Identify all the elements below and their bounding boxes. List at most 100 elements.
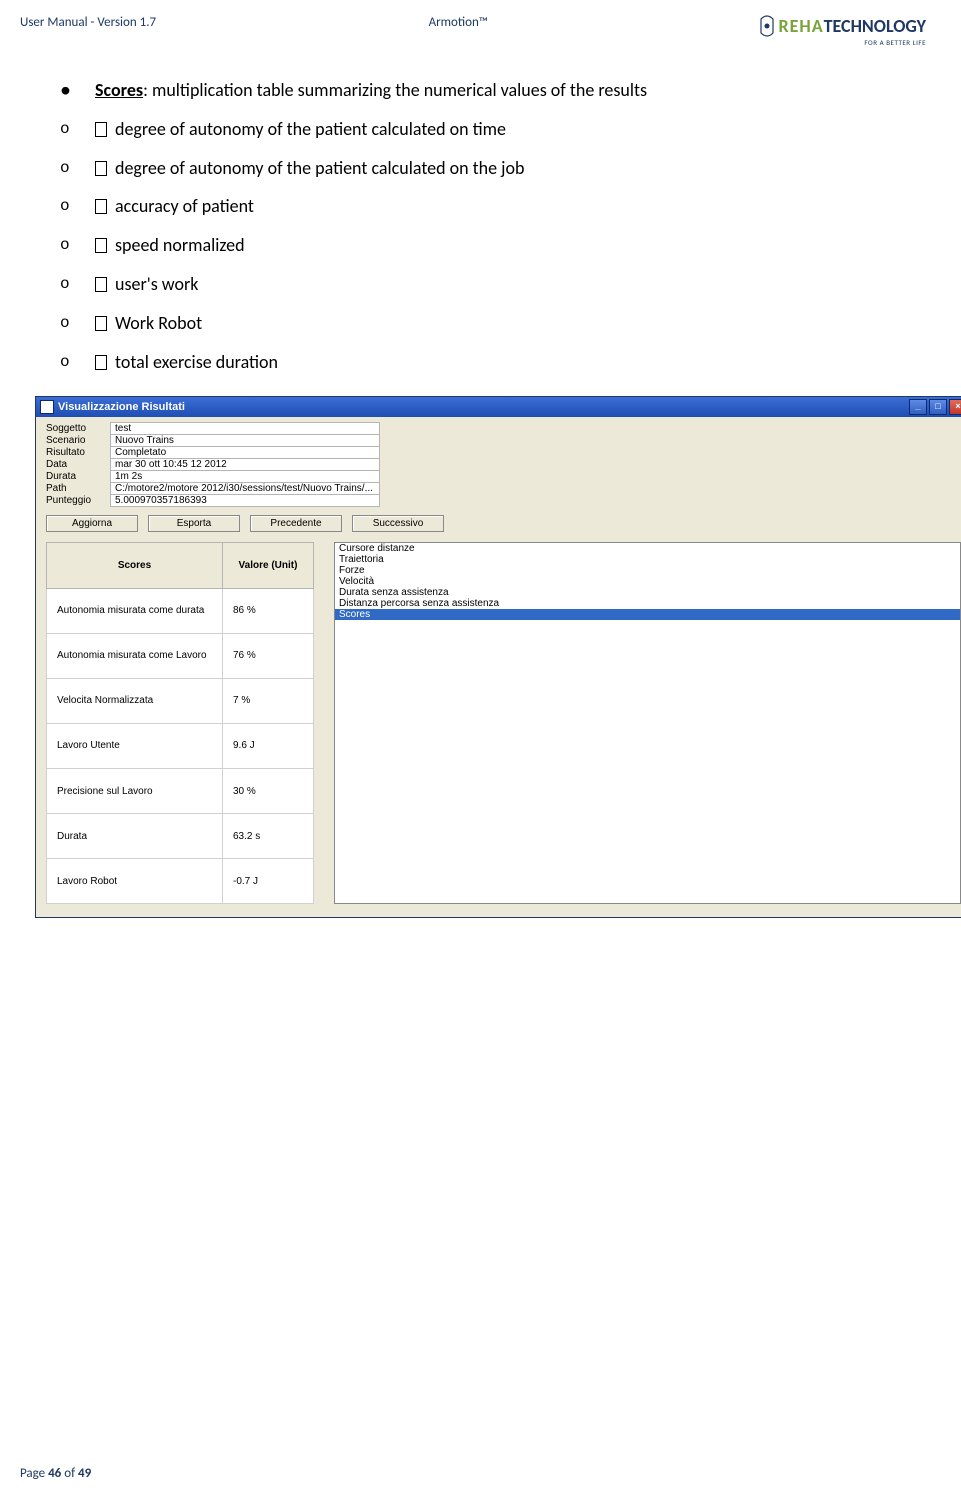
score-value: 30 % bbox=[223, 769, 314, 814]
bullet-sub-1: degree of autonomy of the patient calcul… bbox=[60, 154, 906, 183]
info-label: Scenario bbox=[46, 435, 111, 447]
footer-current-page: 46 bbox=[48, 1466, 61, 1481]
bullet-sub-text: total exercise duration bbox=[115, 351, 278, 373]
info-row: Datamar 30 ott 10:45 12 2012 bbox=[46, 459, 380, 471]
score-name: Velocita Normalizzata bbox=[47, 678, 223, 723]
info-label: Punteggio bbox=[46, 495, 111, 507]
table-row: Autonomia misurata come durata86 % bbox=[47, 588, 314, 633]
score-value: 7 % bbox=[223, 678, 314, 723]
bullet-sub-3: speed normalized bbox=[60, 231, 906, 260]
info-value[interactable]: 1m 2s bbox=[111, 471, 380, 483]
score-value: 86 % bbox=[223, 588, 314, 633]
bullet-sub-text: accuracy of patient bbox=[115, 195, 254, 217]
bullet-main-term: Scores bbox=[95, 79, 143, 101]
button-row: Aggiorna Esporta Precedente Successivo bbox=[46, 515, 961, 532]
maximize-button[interactable]: □ bbox=[929, 399, 947, 415]
info-value[interactable]: test bbox=[111, 423, 380, 435]
info-grid: Soggettotest ScenarioNuovo Trains Risult… bbox=[46, 422, 961, 507]
score-name: Autonomia misurata come durata bbox=[47, 588, 223, 633]
list-item[interactable]: Velocità bbox=[335, 576, 960, 587]
list-item[interactable]: Forze bbox=[335, 565, 960, 576]
info-value[interactable]: 5.000970357186393 bbox=[111, 495, 380, 507]
score-value: -0.7 J bbox=[223, 859, 314, 904]
logo-mark-icon bbox=[760, 15, 774, 37]
score-value: 63.2 s bbox=[223, 814, 314, 859]
box-icon bbox=[95, 161, 107, 176]
logo-text-tech: TECHNOLOGY bbox=[824, 15, 926, 37]
score-name: Durata bbox=[47, 814, 223, 859]
logo-tagline: FOR A BETTER LIFE bbox=[864, 39, 926, 46]
footer-total-pages: 49 bbox=[78, 1466, 91, 1481]
bullet-sub-text: user's work bbox=[115, 273, 198, 295]
info-value[interactable]: Completato bbox=[111, 447, 380, 459]
bullet-sub-6: total exercise duration bbox=[60, 348, 906, 377]
table-row: Lavoro Robot-0.7 J bbox=[47, 859, 314, 904]
header-left: User Manual - Version 1.7 bbox=[20, 15, 156, 30]
score-value: 9.6 J bbox=[223, 723, 314, 768]
box-icon bbox=[95, 199, 107, 214]
info-label: Data bbox=[46, 459, 111, 471]
score-name: Autonomia misurata come Lavoro bbox=[47, 633, 223, 678]
footer-mid: of bbox=[61, 1466, 78, 1481]
score-value: 76 % bbox=[223, 633, 314, 678]
header-logo: REHATECHNOLOGY FOR A BETTER LIFE bbox=[760, 15, 926, 46]
export-button[interactable]: Esporta bbox=[148, 515, 240, 532]
next-button[interactable]: Successivo bbox=[352, 515, 444, 532]
header-center: Armotion™ bbox=[156, 15, 760, 30]
close-button[interactable]: × bbox=[949, 399, 961, 415]
info-row: PathC:/motore2/motore 2012/i30/sessions/… bbox=[46, 483, 380, 495]
table-row: Autonomia misurata come Lavoro76 % bbox=[47, 633, 314, 678]
bullet-main: Scores: multiplication table summarizing… bbox=[60, 76, 906, 105]
info-row: Punteggio5.000970357186393 bbox=[46, 495, 380, 507]
score-name: Precisione sul Lavoro bbox=[47, 769, 223, 814]
scores-table: Scores Valore (Unit) Autonomia misurata … bbox=[46, 542, 314, 904]
previous-button[interactable]: Precedente bbox=[250, 515, 342, 532]
bullet-sub-5: Work Robot bbox=[60, 309, 906, 338]
list-item-selected[interactable]: Scores bbox=[335, 609, 960, 620]
bullet-sub-text: degree of autonomy of the patient calcul… bbox=[115, 157, 524, 179]
body-content: Scores: multiplication table summarizing… bbox=[20, 76, 926, 918]
info-row: RisultatoCompletato bbox=[46, 447, 380, 459]
info-row: ScenarioNuovo Trains bbox=[46, 435, 380, 447]
minimize-button[interactable]: _ bbox=[909, 399, 927, 415]
bullet-sub-0: degree of autonomy of the patient calcul… bbox=[60, 115, 906, 144]
bullet-sub-4: user's work bbox=[60, 270, 906, 299]
info-value[interactable]: mar 30 ott 10:45 12 2012 bbox=[111, 459, 380, 471]
list-item[interactable]: Traiettoria bbox=[335, 554, 960, 565]
info-value[interactable]: C:/motore2/motore 2012/i30/sessions/test… bbox=[111, 483, 380, 495]
score-name: Lavoro Utente bbox=[47, 723, 223, 768]
scores-header-name: Scores bbox=[47, 543, 223, 588]
info-row: Durata1m 2s bbox=[46, 471, 380, 483]
box-icon bbox=[95, 355, 107, 370]
bullet-sub-2: accuracy of patient bbox=[60, 192, 906, 221]
score-name: Lavoro Robot bbox=[47, 859, 223, 904]
table-row: Velocita Normalizzata7 % bbox=[47, 678, 314, 723]
logo-text-reha: REHA bbox=[778, 15, 823, 37]
list-item[interactable]: Durata senza assistenza bbox=[335, 587, 960, 598]
page-footer: Page 46 of 49 bbox=[20, 1466, 91, 1481]
box-icon bbox=[95, 238, 107, 253]
table-row: Lavoro Utente9.6 J bbox=[47, 723, 314, 768]
box-icon bbox=[95, 122, 107, 137]
app-window: Visualizzazione Risultati _ □ × Soggetto… bbox=[35, 396, 961, 918]
page-header: User Manual - Version 1.7 Armotion™ REHA… bbox=[20, 15, 926, 46]
bullet-sub-text: degree of autonomy of the patient calcul… bbox=[115, 118, 506, 140]
list-item[interactable]: Distanza percorsa senza assistenza bbox=[335, 598, 960, 609]
refresh-button[interactable]: Aggiorna bbox=[46, 515, 138, 532]
box-icon bbox=[95, 277, 107, 292]
info-value[interactable]: Nuovo Trains bbox=[111, 435, 380, 447]
table-row: Durata63.2 s bbox=[47, 814, 314, 859]
titlebar[interactable]: Visualizzazione Risultati _ □ × bbox=[36, 397, 961, 417]
box-icon bbox=[95, 316, 107, 331]
scores-header-value: Valore (Unit) bbox=[223, 543, 314, 588]
table-row: Precisione sul Lavoro30 % bbox=[47, 769, 314, 814]
metrics-listbox[interactable]: Cursore distanze Traiettoria Forze Veloc… bbox=[334, 542, 961, 904]
app-icon bbox=[40, 400, 54, 414]
info-label: Risultato bbox=[46, 447, 111, 459]
window-title: Visualizzazione Risultati bbox=[58, 401, 185, 413]
list-item[interactable]: Cursore distanze bbox=[335, 543, 960, 554]
bullet-main-rest: : multiplication table summarizing the n… bbox=[143, 79, 647, 101]
info-label: Soggetto bbox=[46, 423, 111, 435]
info-label: Path bbox=[46, 483, 111, 495]
footer-pre: Page bbox=[20, 1466, 48, 1481]
